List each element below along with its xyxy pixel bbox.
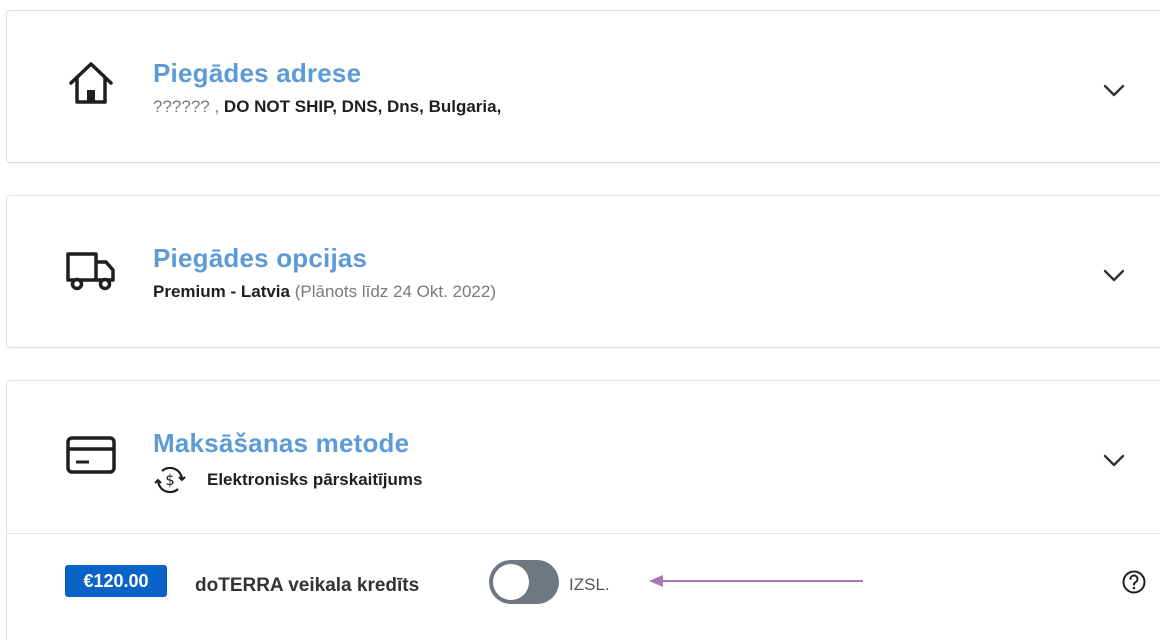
shipping-options-card[interactable]: Piegādes opcijas Premium - Latvia (Plāno… [6, 195, 1160, 348]
address-placeholder: ?????? , [153, 97, 220, 116]
toggle-state-label: IZSL. [569, 575, 610, 594]
toggle-knob [493, 564, 529, 600]
section-divider [7, 533, 1160, 534]
annotation-arrow-icon [649, 575, 863, 587]
address-value: DO NOT SHIP, DNS, Dns, Bulgaria, [223, 97, 502, 116]
store-credit-label: doTERRA veikala kredīts [195, 575, 420, 596]
payment-summary: $ Elektronisks pārskaitījums [153, 463, 422, 497]
shipping-method: Premium - Latvia [153, 282, 290, 301]
store-credit-amount-badge: €120.00 [65, 565, 167, 597]
store-credit-toggle[interactable] [489, 560, 559, 604]
home-icon [65, 57, 117, 109]
credit-card-icon [65, 429, 117, 481]
chevron-down-icon[interactable] [1101, 77, 1127, 103]
section-title: Piegādes adrese [153, 58, 362, 88]
chevron-down-icon[interactable] [1101, 262, 1127, 288]
shipping-address-card[interactable]: Piegādes adrese ?????? , DO NOT SHIP, DN… [6, 10, 1160, 163]
shipping-estimate: (Plānots līdz 24 Okt. 2022) [294, 282, 497, 301]
chevron-down-icon[interactable] [1101, 447, 1127, 473]
shipping-summary: Premium - Latvia (Plānots līdz 24 Okt. 2… [153, 282, 496, 302]
money-transfer-icon: $ [153, 463, 187, 497]
section-title: Piegādes opcijas [153, 243, 368, 273]
address-summary: ?????? , DO NOT SHIP, DNS, Dns, Bulgaria… [153, 97, 501, 117]
payment-method: Elektronisks pārskaitījums [207, 470, 423, 489]
section-title: Maksāšanas metode [153, 428, 410, 458]
payment-method-card[interactable]: Maksāšanas metode $ Elektronisks pārskai… [6, 380, 1160, 640]
help-circle-icon[interactable] [1121, 569, 1147, 595]
truck-icon [65, 244, 117, 296]
svg-text:$: $ [165, 471, 175, 489]
